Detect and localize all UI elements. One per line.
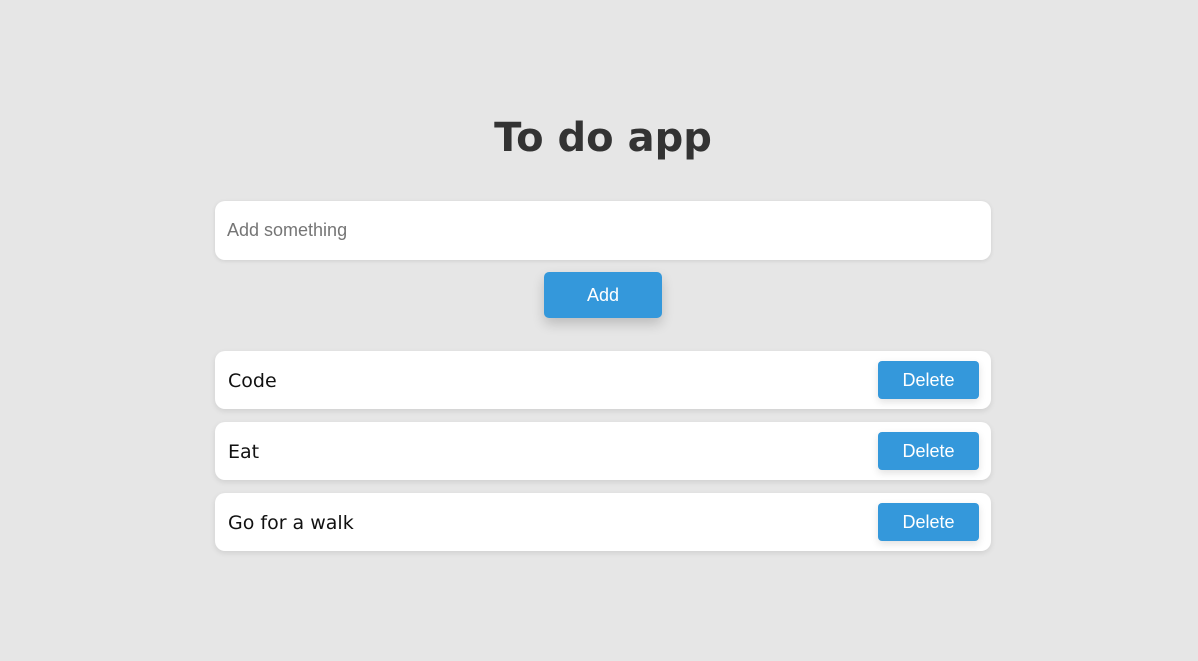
todo-list: Code Delete Eat Delete Go for a walk Del… bbox=[215, 351, 991, 564]
delete-button[interactable]: Delete bbox=[878, 432, 979, 470]
delete-button[interactable]: Delete bbox=[878, 361, 979, 399]
todo-item: Go for a walk Delete bbox=[215, 493, 991, 551]
todo-item-text: Eat bbox=[228, 441, 260, 463]
add-button[interactable]: Add bbox=[544, 272, 662, 318]
todo-item: Code Delete bbox=[215, 351, 991, 409]
todo-item: Eat Delete bbox=[215, 422, 991, 480]
todo-item-text: Go for a walk bbox=[228, 512, 354, 534]
todo-item-text: Code bbox=[228, 370, 277, 392]
delete-button[interactable]: Delete bbox=[878, 503, 979, 541]
page-title: To do app bbox=[494, 115, 712, 161]
add-todo-input[interactable] bbox=[215, 201, 991, 260]
